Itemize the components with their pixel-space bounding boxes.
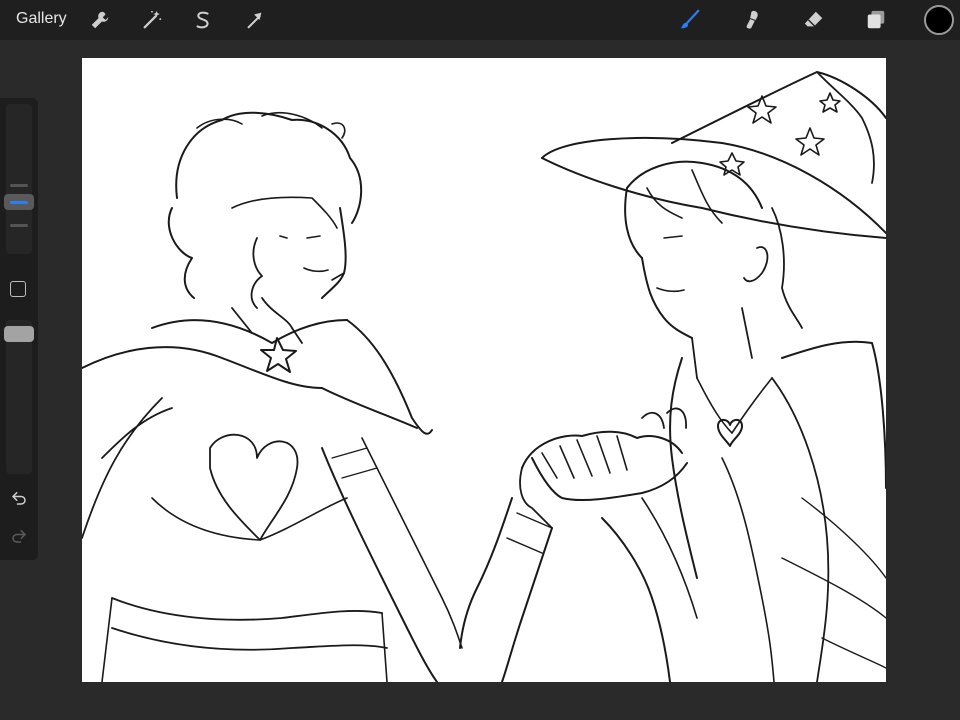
smudge-tool-button[interactable] xyxy=(738,6,766,34)
magic-wand-icon xyxy=(143,10,162,29)
arrow-cursor-icon xyxy=(247,12,262,29)
brush-size-slider[interactable] xyxy=(6,104,32,254)
eraser-icon xyxy=(804,11,823,27)
gallery-button[interactable]: Gallery xyxy=(16,10,67,28)
procreate-app: Gallery xyxy=(0,0,960,720)
selection-s-icon xyxy=(196,11,209,29)
layers-button[interactable] xyxy=(862,6,890,34)
top-toolbar: Gallery xyxy=(0,0,960,40)
brush-opacity-slider[interactable] xyxy=(6,320,32,474)
size-tick xyxy=(10,184,28,187)
brush-size-handle[interactable] xyxy=(4,194,34,210)
modify-button[interactable] xyxy=(10,281,26,297)
transform-button[interactable] xyxy=(241,6,269,34)
brush-icon xyxy=(680,9,700,29)
undo-button[interactable] xyxy=(9,488,29,508)
eraser-tool-button[interactable] xyxy=(800,6,828,34)
opacity-handle[interactable] xyxy=(4,326,34,342)
smudge-icon xyxy=(746,10,758,29)
actions-button[interactable] xyxy=(86,6,114,34)
redo-button[interactable] xyxy=(9,526,29,546)
selection-button[interactable] xyxy=(189,6,217,34)
brush-tool-button[interactable] xyxy=(676,6,704,34)
wrench-icon xyxy=(91,11,109,29)
size-tick xyxy=(10,224,28,227)
color-swatch-button[interactable] xyxy=(924,5,954,35)
redo-icon xyxy=(12,530,26,543)
line-art-sketch xyxy=(82,71,886,682)
drawing-canvas[interactable] xyxy=(82,58,886,682)
undo-icon xyxy=(12,492,26,505)
layers-icon xyxy=(867,10,885,29)
left-sidebar xyxy=(0,98,38,560)
adjustments-button[interactable] xyxy=(138,6,166,34)
